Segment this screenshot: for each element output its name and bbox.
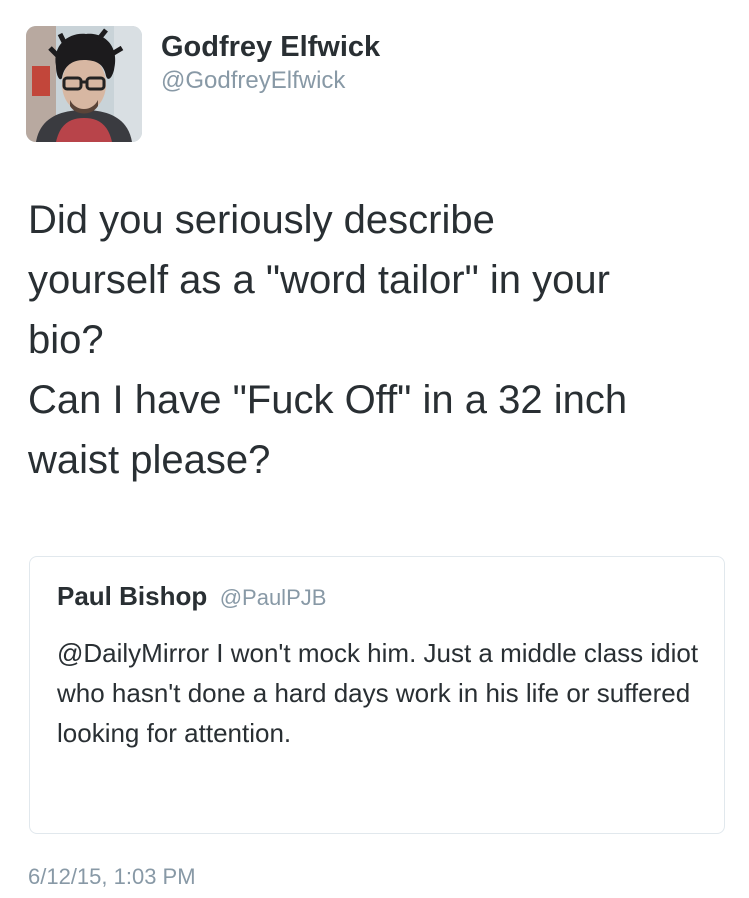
author-avatar[interactable] xyxy=(26,26,142,142)
author-display-name[interactable]: Godfrey Elfwick xyxy=(161,28,380,66)
quoted-tweet-text: @DailyMirror I won't mock him. Just a mi… xyxy=(57,638,699,748)
quoted-author-handle: @PaulPJB xyxy=(219,585,327,610)
profile-photo-icon xyxy=(26,26,142,142)
tweet-timestamp[interactable]: 6/12/15, 1:03 PM xyxy=(28,864,196,890)
tweet-card: Godfrey Elfwick @GodfreyElfwick Did you … xyxy=(0,0,749,898)
quoted-tweet-card[interactable]: Paul Bishop @PaulPJB @DailyMirror I won'… xyxy=(29,556,725,834)
quoted-author-name: Paul Bishop xyxy=(57,581,208,611)
quoted-tweet-header: Paul Bishop @PaulPJB xyxy=(57,581,326,612)
tweet-header: Godfrey Elfwick @GodfreyElfwick xyxy=(26,26,716,142)
author-names: Godfrey Elfwick @GodfreyElfwick xyxy=(161,28,380,96)
tweet-text: Did you seriously describe yourself as a… xyxy=(28,198,628,482)
author-handle[interactable]: @GodfreyElfwick xyxy=(161,66,380,96)
